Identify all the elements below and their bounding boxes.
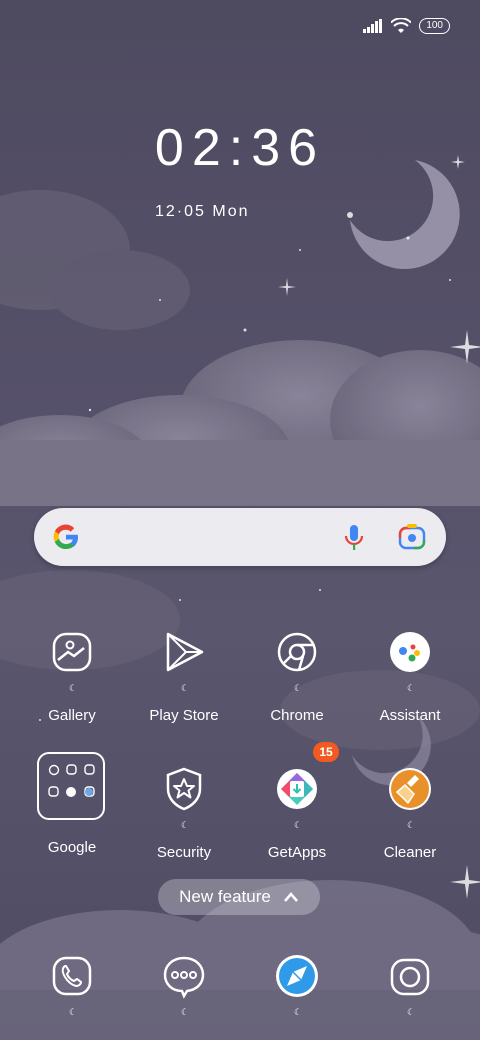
chrome-icon bbox=[277, 632, 317, 672]
moon-mark: ☾ bbox=[407, 683, 416, 693]
app-label: Security bbox=[156, 844, 212, 861]
app-label: Gallery bbox=[48, 707, 96, 724]
phone-icon bbox=[52, 956, 92, 996]
battery-indicator: 100 bbox=[419, 18, 450, 34]
notification-badge: 15 bbox=[313, 742, 339, 762]
moon-mark: ☾ bbox=[294, 683, 303, 693]
camera-icon bbox=[390, 958, 430, 996]
google-g-icon bbox=[53, 524, 78, 550]
app-label: Cleaner bbox=[383, 844, 437, 861]
status-bar: 100 bbox=[363, 18, 450, 34]
dock-messages[interactable]: ☾ bbox=[129, 952, 239, 1017]
app-label: Assistant bbox=[379, 707, 441, 724]
browser-icon bbox=[276, 955, 318, 997]
app-label: Play Store bbox=[149, 707, 219, 724]
moon-mark: ☾ bbox=[69, 683, 78, 693]
moon-mark: ☾ bbox=[294, 820, 303, 830]
app-label: Google bbox=[47, 839, 97, 856]
app-gallery[interactable]: ☾ Gallery bbox=[17, 628, 127, 724]
app-assistant[interactable]: ☾ Assistant bbox=[355, 628, 465, 724]
new-feature-button[interactable]: New feature bbox=[158, 879, 320, 915]
moon-mark: ☾ bbox=[69, 1007, 78, 1017]
moon-mark: ☾ bbox=[181, 683, 190, 693]
signal-icon bbox=[363, 19, 383, 33]
app-label: GetApps bbox=[267, 844, 327, 861]
moon-mark: ☾ bbox=[407, 1007, 416, 1017]
app-chrome[interactable]: ☾ Chrome bbox=[242, 628, 352, 724]
chevron-up-icon bbox=[283, 892, 298, 902]
dock-browser[interactable]: ☾ bbox=[242, 952, 352, 1017]
moon-mark: ☾ bbox=[407, 820, 416, 830]
lens-icon[interactable] bbox=[398, 524, 426, 550]
clock-date[interactable]: 12·05 Mon bbox=[155, 203, 250, 221]
wifi-icon bbox=[391, 18, 412, 33]
new-feature-label: New feature bbox=[179, 887, 271, 906]
microphone-icon[interactable] bbox=[342, 523, 366, 553]
cleaner-icon bbox=[389, 768, 431, 810]
security-icon bbox=[166, 767, 202, 811]
app-getapps[interactable]: ☾ GetApps bbox=[242, 765, 352, 861]
gallery-icon bbox=[52, 632, 92, 672]
play-store-icon bbox=[166, 632, 204, 672]
dock-phone[interactable]: ☾ bbox=[17, 952, 127, 1017]
getapps-icon bbox=[277, 769, 317, 809]
app-google-folder[interactable]: Google bbox=[17, 765, 127, 856]
moon-mark: ☾ bbox=[181, 1007, 190, 1017]
moon-mark: ☾ bbox=[294, 1007, 303, 1017]
app-label: Chrome bbox=[270, 707, 324, 724]
assistant-icon bbox=[390, 632, 430, 672]
messages-icon bbox=[163, 956, 205, 999]
moon-mark: ☾ bbox=[181, 820, 190, 830]
app-security[interactable]: ☾ Security bbox=[129, 765, 239, 861]
clock-time[interactable]: 02:36 bbox=[0, 118, 480, 178]
dock-camera[interactable]: ☾ bbox=[355, 952, 465, 1017]
google-search-bar[interactable] bbox=[34, 508, 446, 566]
app-cleaner[interactable]: ☾ Cleaner bbox=[355, 765, 465, 861]
app-play-store[interactable]: ☾ Play Store bbox=[129, 628, 239, 724]
